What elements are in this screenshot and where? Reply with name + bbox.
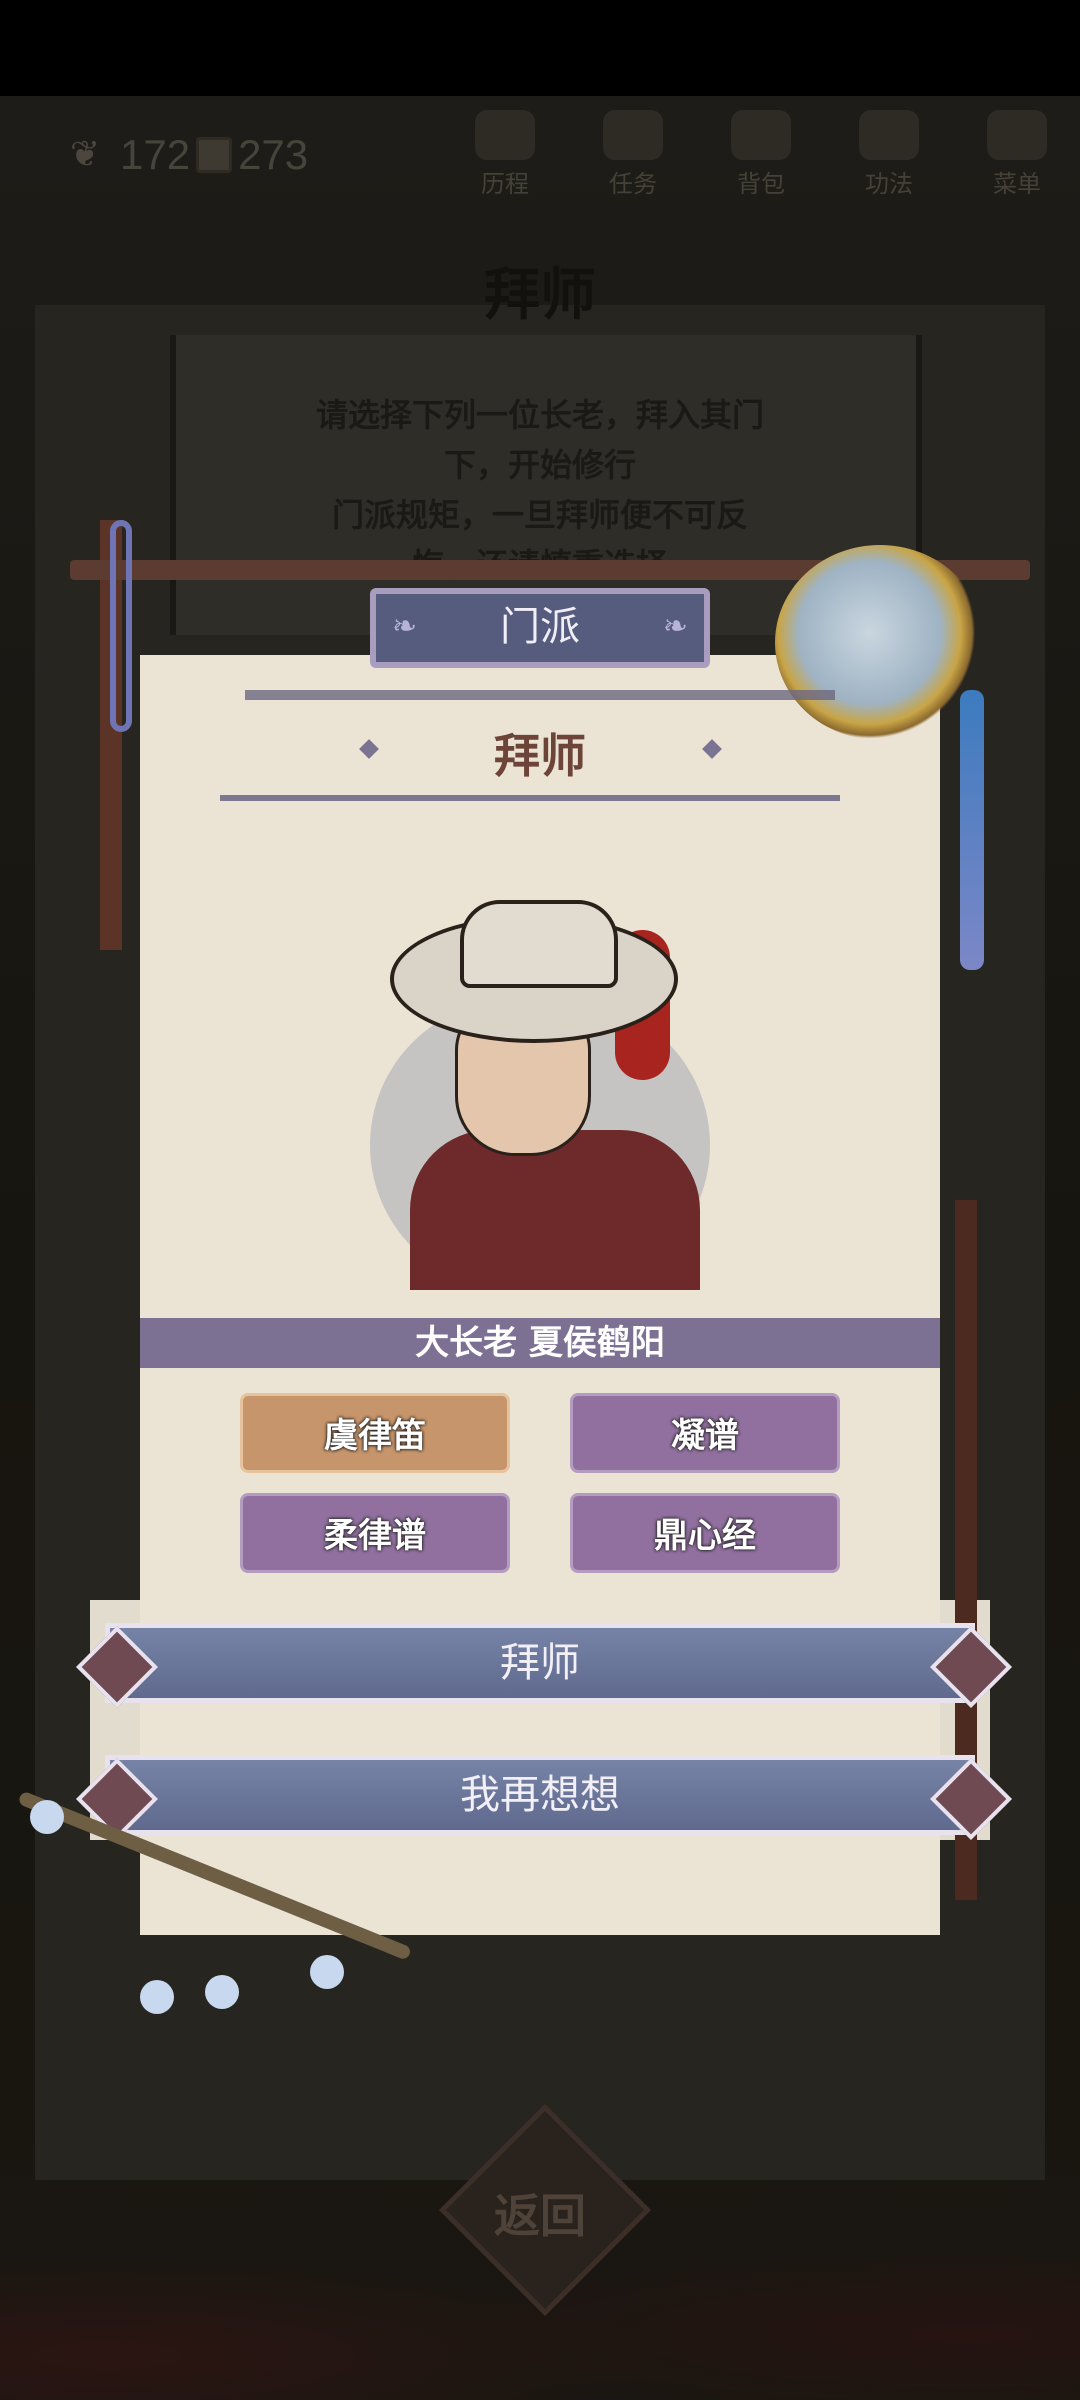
coin-icon (196, 137, 233, 173)
menu-skills[interactable]: 功法 (834, 110, 944, 200)
blossom-icon (30, 1800, 64, 1834)
blossom-icon (205, 1975, 239, 2009)
elder-name: 大长老 夏侯鹤阳 (140, 1318, 940, 1368)
reconsider-button[interactable]: 我再想想 (105, 1755, 975, 1835)
blossom-icon (140, 1980, 174, 2014)
blossom-icon (310, 1955, 344, 1989)
tasks-icon (603, 110, 663, 160)
menu-history[interactable]: 历程 (450, 110, 560, 200)
menu-main[interactable]: 菜单 (962, 110, 1072, 200)
rope-decoration (110, 520, 132, 732)
menu-tasks[interactable]: 任务 (578, 110, 688, 200)
menu-main-label: 菜单 (993, 170, 1041, 198)
menu-bag-label: 背包 (737, 170, 785, 198)
apprentice-dialog (140, 655, 940, 1935)
scroll-ornament-icon: ❧ (392, 609, 418, 644)
resource-bar: ❦ 172 273 (70, 130, 308, 180)
scroll-ornament-icon: ❧ (662, 609, 688, 644)
menu-tasks-label: 任务 (609, 170, 657, 198)
book-icon (859, 110, 919, 160)
header-divider-top (245, 690, 835, 700)
menu-skills-label: 功法 (865, 170, 913, 198)
tassel-decoration (960, 690, 984, 970)
dialog-title: 拜师 (494, 729, 586, 783)
stamina-icon: ❦ (70, 134, 101, 175)
apprentice-confirm-button[interactable]: 拜师 (105, 1623, 975, 1703)
menu-history-label: 历程 (481, 170, 529, 198)
fan-icon (987, 110, 1047, 160)
tab-sect-label: 门派 (500, 604, 580, 650)
elder-hat-crown (460, 900, 618, 988)
history-icon (475, 110, 535, 160)
skill-option[interactable]: 凝谱 (570, 1393, 840, 1473)
jade-ornament-icon (775, 545, 985, 740)
instruction-line: 门派规矩，一旦拜师便不可反 (331, 496, 748, 534)
skill-option[interactable]: 柔律谱 (240, 1493, 510, 1573)
elder-coat (410, 1130, 700, 1290)
header-divider-bottom (220, 795, 840, 801)
instruction-line: 下，开始修行 (443, 446, 636, 484)
tab-sect[interactable]: ❧ 门派 ❧ (370, 588, 710, 668)
skill-option[interactable]: 鼎心经 (570, 1493, 840, 1573)
menu-bag[interactable]: 背包 (706, 110, 816, 200)
stamina-value: 172 (120, 131, 191, 178)
coin-value: 273 (238, 131, 309, 178)
back-button-label: 返回 (494, 2189, 586, 2243)
skill-option-selected[interactable]: 虞律笛 (240, 1393, 510, 1473)
background-title: 拜师 (484, 263, 596, 328)
bag-icon (731, 110, 791, 160)
status-bar (0, 0, 1080, 96)
instruction-line: 请选择下列一位长老，拜入其门 (315, 396, 764, 434)
